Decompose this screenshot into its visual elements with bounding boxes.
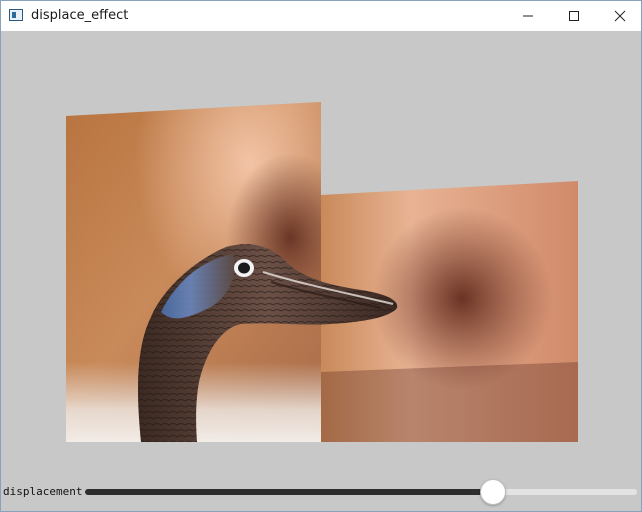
image-canvas xyxy=(1,32,641,470)
maximize-button[interactable] xyxy=(551,1,597,31)
app-window: displace_effect displacement xyxy=(0,0,642,512)
close-icon xyxy=(614,10,626,22)
displaced-photo-bird xyxy=(66,102,578,442)
window-title: displace_effect xyxy=(31,8,129,23)
slider-thumb[interactable] xyxy=(480,479,507,505)
displacement-slider[interactable] xyxy=(85,479,637,505)
maximize-icon xyxy=(569,11,579,21)
minimize-icon xyxy=(523,15,533,17)
close-button[interactable] xyxy=(597,1,642,31)
app-window-icon xyxy=(9,9,23,21)
slider-fill xyxy=(85,489,494,495)
control-bar: displacement xyxy=(1,471,641,511)
title-bar[interactable]: displace_effect xyxy=(1,1,641,31)
displacement-label: displacement xyxy=(3,485,83,498)
minimize-button[interactable] xyxy=(505,1,551,31)
